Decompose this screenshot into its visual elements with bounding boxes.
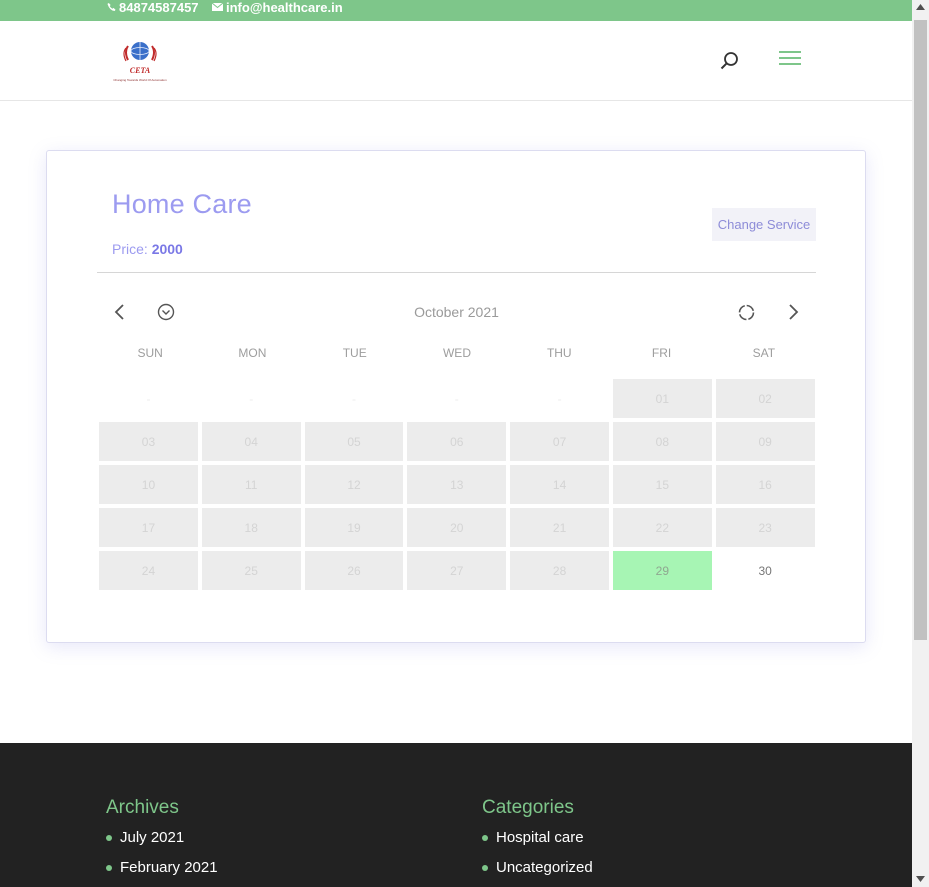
calendar-day-cell: 06 xyxy=(407,422,507,461)
categories-title: Categories xyxy=(482,797,574,818)
weekday-wed: WED xyxy=(442,346,471,360)
calendar-day-cell: 09 xyxy=(715,422,815,461)
globe-logo-icon: CETA xyxy=(123,42,157,75)
calendar-day-cell: 27 xyxy=(407,551,507,590)
calendar-day-cell: 26 xyxy=(304,551,404,590)
service-price: Price: 2000 xyxy=(112,241,183,257)
calendar-day-cell: 25 xyxy=(201,551,301,590)
hamburger-menu-icon[interactable] xyxy=(779,51,801,69)
scrollbar-thumb[interactable] xyxy=(914,20,927,640)
search-icon[interactable] xyxy=(720,51,740,71)
reset-circle-icon[interactable] xyxy=(737,303,756,322)
site-footer: Archives July 2021 February 2021 Categor… xyxy=(0,743,912,887)
calendar-day-cell: - xyxy=(352,391,356,406)
calendar-day-cell: 01 xyxy=(612,379,712,418)
weekday-sun: SUN xyxy=(137,346,163,360)
calendar-navigation: October 2021 xyxy=(97,301,816,323)
price-label: Price: xyxy=(112,241,148,257)
weekday-fri: FRI xyxy=(651,346,672,360)
category-link[interactable]: Uncategorized xyxy=(482,860,593,875)
calendar-day-cell: - xyxy=(146,391,151,406)
calendar-day-cell: 23 xyxy=(715,508,815,547)
calendar-day-cell: - xyxy=(249,391,254,406)
phone-contact[interactable]: 84874587457 xyxy=(107,0,199,14)
site-logo[interactable]: CETA Changing Towards World Of Automatio… xyxy=(110,38,170,84)
weekday-thu: THU xyxy=(546,346,572,360)
archive-link[interactable]: July 2021 xyxy=(106,830,218,845)
calendar-day-cell: - xyxy=(454,391,459,406)
svg-text:CETA: CETA xyxy=(130,66,151,75)
category-link[interactable]: Hospital care xyxy=(482,830,593,845)
categories-widget: Categories Hospital care Uncategorized xyxy=(482,797,593,887)
change-service-button[interactable]: Change Service xyxy=(712,208,816,241)
weekday-sat: SAT xyxy=(752,346,776,360)
calendar-day-cell: 13 xyxy=(407,465,507,504)
envelope-icon xyxy=(212,3,223,11)
calendar-day-cell: 12 xyxy=(304,465,404,504)
calendar-day-cell: 20 xyxy=(407,508,507,547)
scroll-up-arrow-icon[interactable] xyxy=(916,4,925,10)
service-title: Home Care xyxy=(112,189,252,219)
calendar-day-cell: 11 xyxy=(201,465,301,504)
calendar-day-cell: 14 xyxy=(510,465,610,504)
archives-widget: Archives July 2021 February 2021 xyxy=(106,797,218,887)
weekday-tue: TUE xyxy=(342,346,367,360)
calendar-day-cell: 05 xyxy=(304,422,404,461)
archives-title: Archives xyxy=(106,797,179,818)
phone-icon xyxy=(107,2,116,12)
logo-tagline: Changing Towards World Of Automation xyxy=(113,78,167,82)
calendar-day-grid: - - - - -01 02 03 04 05 06 07 08 09 10 11 12 13 14 15 16 17 1… xyxy=(99,379,815,590)
calendar-day-cell: 22 xyxy=(612,508,712,547)
chevron-right-icon[interactable] xyxy=(785,303,801,321)
email-contact[interactable]: info@healthcare.in xyxy=(212,0,343,14)
calendar-day-cell: 21 xyxy=(510,508,610,547)
calendar-day-cell: 08 xyxy=(612,422,712,461)
page-scrollbar[interactable] xyxy=(912,0,929,887)
calendar-day-cell: 02 xyxy=(715,379,815,418)
calendar-day-cell: 04 xyxy=(201,422,301,461)
booking-card: Home Care Price: 2000 Change Service Oct… xyxy=(46,150,866,643)
site-header: CETA Changing Towards World Of Automatio… xyxy=(0,21,912,101)
calendar-day-cell: 18 xyxy=(201,508,301,547)
archive-link[interactable]: February 2021 xyxy=(106,860,218,875)
calendar-day-cell: 15 xyxy=(612,465,712,504)
calendar-day-cell[interactable]: 30 xyxy=(716,551,815,590)
calendar-month-label: October 2021 xyxy=(414,304,499,320)
divider xyxy=(97,272,816,273)
calendar-day-cell: 03 xyxy=(99,422,198,461)
top-contact-bar: 84874587457 info@healthcare.in xyxy=(0,0,912,21)
email-address: info@healthcare.in xyxy=(226,0,343,15)
phone-number: 84874587457 xyxy=(119,0,199,15)
weekday-mon: MON xyxy=(238,346,267,360)
calendar-day-cell: 17 xyxy=(99,508,198,547)
weekday-header: SUN MON TUE WED THU FRI SAT xyxy=(99,346,815,360)
calendar-day-cell: - xyxy=(557,391,562,406)
calendar-day-cell: 24 xyxy=(99,551,198,590)
calendar-day-cell: 19 xyxy=(304,508,404,547)
calendar-day-cell: 16 xyxy=(715,465,815,504)
calendar-day-cell[interactable]: 29 xyxy=(612,551,712,590)
calendar-day-cell: 10 xyxy=(99,465,198,504)
calendar-day-cell: 28 xyxy=(510,551,610,590)
scroll-down-arrow-icon[interactable] xyxy=(916,876,925,882)
price-value: 2000 xyxy=(151,241,183,257)
calendar-day-cell: 07 xyxy=(510,422,610,461)
